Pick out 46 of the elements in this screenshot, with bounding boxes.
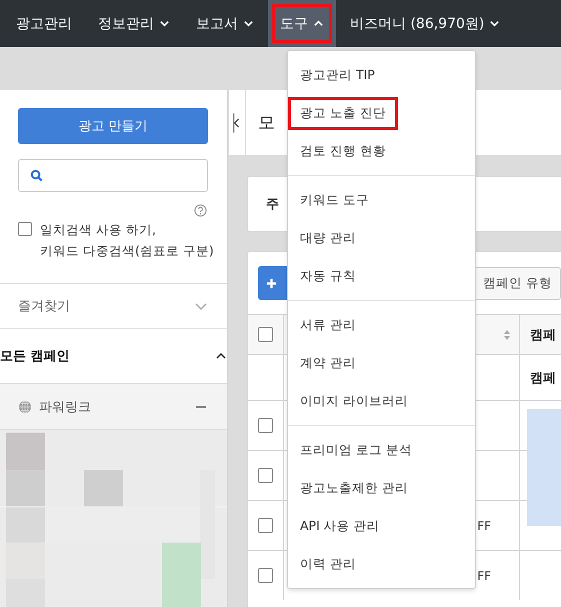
menu-item[interactable]: 이미지 라이브러리	[290, 386, 418, 416]
checkbox[interactable]	[258, 327, 273, 342]
nav-tab[interactable]: 광고관리	[4, 0, 84, 47]
checkbox-label: 일치검색 사용 하기, 키워드 다중검색(쉼표로 구분)	[40, 221, 214, 260]
summary-label: 주	[266, 196, 279, 213]
help-icon[interactable]	[194, 204, 207, 217]
menu-item[interactable]: 광고 노출 진단	[290, 98, 396, 128]
checkbox[interactable]	[18, 222, 32, 236]
menu-item[interactable]: 대량 관리	[290, 224, 366, 252]
sidebar-section[interactable]: 즐겨찾기	[0, 283, 227, 328]
nav-tab[interactable]: 보고서	[184, 0, 266, 47]
checkbox[interactable]	[258, 518, 273, 533]
menu-item[interactable]: 광고관리 TIP	[290, 60, 385, 90]
search-field[interactable]	[18, 159, 208, 192]
create-ad-button[interactable]: 광고 만들기	[18, 108, 208, 144]
menu-item[interactable]: 키워드 도구	[290, 186, 379, 214]
table-cell: FF	[477, 518, 491, 532]
checkbox[interactable]	[258, 568, 273, 583]
menu-item[interactable]: 광고노출제한 관리	[290, 474, 418, 502]
filter-button[interactable]: 캠페인 유형	[474, 266, 561, 300]
sidebar-section[interactable]: 파워링크	[0, 383, 227, 429]
table-cell: FF	[477, 568, 491, 582]
section-label: 즐겨찾기	[18, 298, 71, 315]
globe-icon	[18, 400, 32, 414]
menu-item[interactable]: API 사용 관리	[290, 512, 390, 540]
nav-tab[interactable]: 비즈머니 (86,970원)	[338, 0, 512, 47]
page-title: 모	[258, 112, 275, 134]
menu-item[interactable]: 프리미엄 로그 분석	[290, 436, 422, 464]
menu-item[interactable]: 이력 관리	[290, 550, 366, 578]
menu-item[interactable]: 서류 관리	[290, 310, 366, 340]
menu-item[interactable]: 자동 규칙	[290, 262, 366, 290]
checkbox[interactable]	[258, 418, 273, 433]
chevron-left-icon	[233, 112, 241, 134]
collapse-tab[interactable]	[229, 90, 246, 155]
section-label: 파워링크	[39, 398, 92, 416]
plus-icon	[266, 278, 277, 288]
nav-tab[interactable]: 정보관리	[86, 0, 182, 47]
section-label: 모든 캠페인	[0, 348, 71, 365]
menu-item[interactable]: 검토 진행 현황	[290, 136, 396, 166]
menu-item[interactable]: 계약 관리	[290, 348, 366, 378]
column-header: 캠페	[530, 326, 556, 344]
search-icon	[30, 169, 43, 182]
checkbox[interactable]	[258, 468, 273, 483]
nav-tab[interactable]: 도구	[268, 0, 336, 47]
sort-icon[interactable]	[503, 328, 511, 340]
table-cell-text: 캠페	[530, 370, 556, 386]
